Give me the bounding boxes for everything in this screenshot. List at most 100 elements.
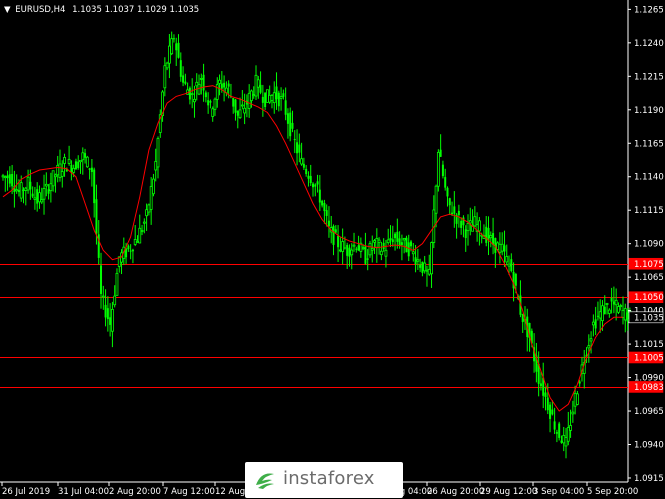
candle-body-bull [621,310,625,318]
candle-body-bull [197,83,201,95]
candle-body-bear [207,100,210,106]
candle-body-bull [272,92,276,104]
candle-body-bull [101,295,105,298]
candle-body-bear [223,82,226,88]
candle-body-bull [576,393,579,405]
candle-body-bear [551,409,554,415]
candle-body-bear [31,193,34,197]
candle-body-bull [58,163,62,178]
candle-body-bull [54,174,57,178]
candle-body-bull [377,239,381,243]
candle-body-bull [564,437,568,447]
candle-body-bear [448,198,451,206]
candle-body-bull [384,249,388,257]
candle-body-bull [250,90,253,101]
candle-body-bull [300,158,304,165]
candle-body-bear [594,319,597,329]
candle-body-bear [391,239,394,243]
candle-body-bear [177,42,180,58]
candle-body-bear [293,139,296,141]
candle-body-bear [305,168,308,175]
candle-body-bear [398,238,401,246]
candle-body-bear [104,304,107,318]
candle-body-bull [136,241,139,243]
level-price-label: 1.0983 [634,383,664,393]
candle-body-bull [573,392,577,407]
price-tick-label: 1.1215 [634,72,664,82]
candle-body-bear [596,315,599,317]
candle-body-bear [441,164,444,177]
candle-body-bull [605,303,609,305]
candle-body-bull [427,269,431,275]
candle-body-bull [63,157,66,164]
candle-body-bear [396,231,399,242]
price-tick-label: 1.1240 [634,39,664,49]
price-tick-label: 1.1015 [634,340,664,350]
candle-body-bull [240,104,244,107]
candle-body-bear [460,220,463,228]
candle-body-bear [284,100,287,115]
candle-body-bear [261,96,264,103]
candle-body-bear [457,210,460,216]
level-price-label: 1.1050 [634,293,664,303]
candle-body-bear [84,153,87,158]
candle-body-bull [154,161,158,171]
candle-body-bear [129,250,132,252]
candle-body-bear [348,247,351,257]
candle-body-bear [323,202,326,212]
candle-body-bull [279,96,283,99]
candle-body-bear [558,423,561,438]
candle-body-bull [379,250,383,256]
candle-body-bear [357,245,360,251]
candle-body-bear [220,83,223,89]
collapse-arrow-icon[interactable]: ▼ [4,5,11,15]
candle-body-bear [264,92,267,107]
price-tick-label: 1.1090 [634,240,664,250]
chart-header: ▼ EURUSD,H4 1.1035 1.1037 1.1029 1.1035 [4,5,199,15]
candle-body-bear [485,226,488,243]
candle-body-bull [361,247,365,250]
candle-body-bull [477,220,481,232]
candle-body-bull [562,435,566,444]
candle-body-bear [382,242,385,250]
candle-body-bear [11,173,14,187]
candle-body-bull [402,238,406,241]
candle-body-bull [195,81,199,87]
candle-body-bull [425,269,429,272]
candle-body-bear [514,273,517,286]
price-tick-label: 1.1190 [634,106,664,116]
candle-body-bull [163,65,167,89]
candle-body-bear [302,163,305,168]
candle-body-bull [199,77,203,80]
candle-body-bear [209,100,212,103]
candle-body-bear [400,242,403,246]
price-axis: 1.1265 1.1240 1.1215 1.1190 1.1165 1.1140 1.11… [628,5,664,484]
candle-body-bull [256,79,260,88]
candle-body-bear [227,83,230,87]
candle-body-bull [238,109,242,119]
candle-body-bear [327,220,330,227]
candle-body-bull [247,92,251,109]
candle-body-bull [147,204,151,213]
candle-body-bear [451,212,454,215]
candle-body-bull [507,263,511,267]
candle-body-bull [416,259,420,262]
candle-body-bear [510,259,513,272]
candle-body-bull [589,338,593,342]
candle-body-bear [414,257,417,265]
candle-body-bear [612,301,615,305]
price-tick-label: 1.1065 [634,273,664,283]
candle-body-bull [266,89,269,103]
candle-body-bull [243,107,247,114]
candle-body-bear [131,249,134,252]
candle-body-bull [51,170,55,187]
candle-body-bull [587,345,591,349]
candle-body-bear [232,98,235,107]
candle-body-bear [544,392,547,398]
candle-body-bear [316,181,319,185]
candle-body-bear [259,84,262,93]
price-chart[interactable]: 1.1265 1.1240 1.1215 1.1190 1.1165 1.1140 1.11… [0,0,665,499]
candle-body-bear [296,142,299,154]
candle-body-bear [184,81,187,84]
candle-body-bull [434,185,438,214]
